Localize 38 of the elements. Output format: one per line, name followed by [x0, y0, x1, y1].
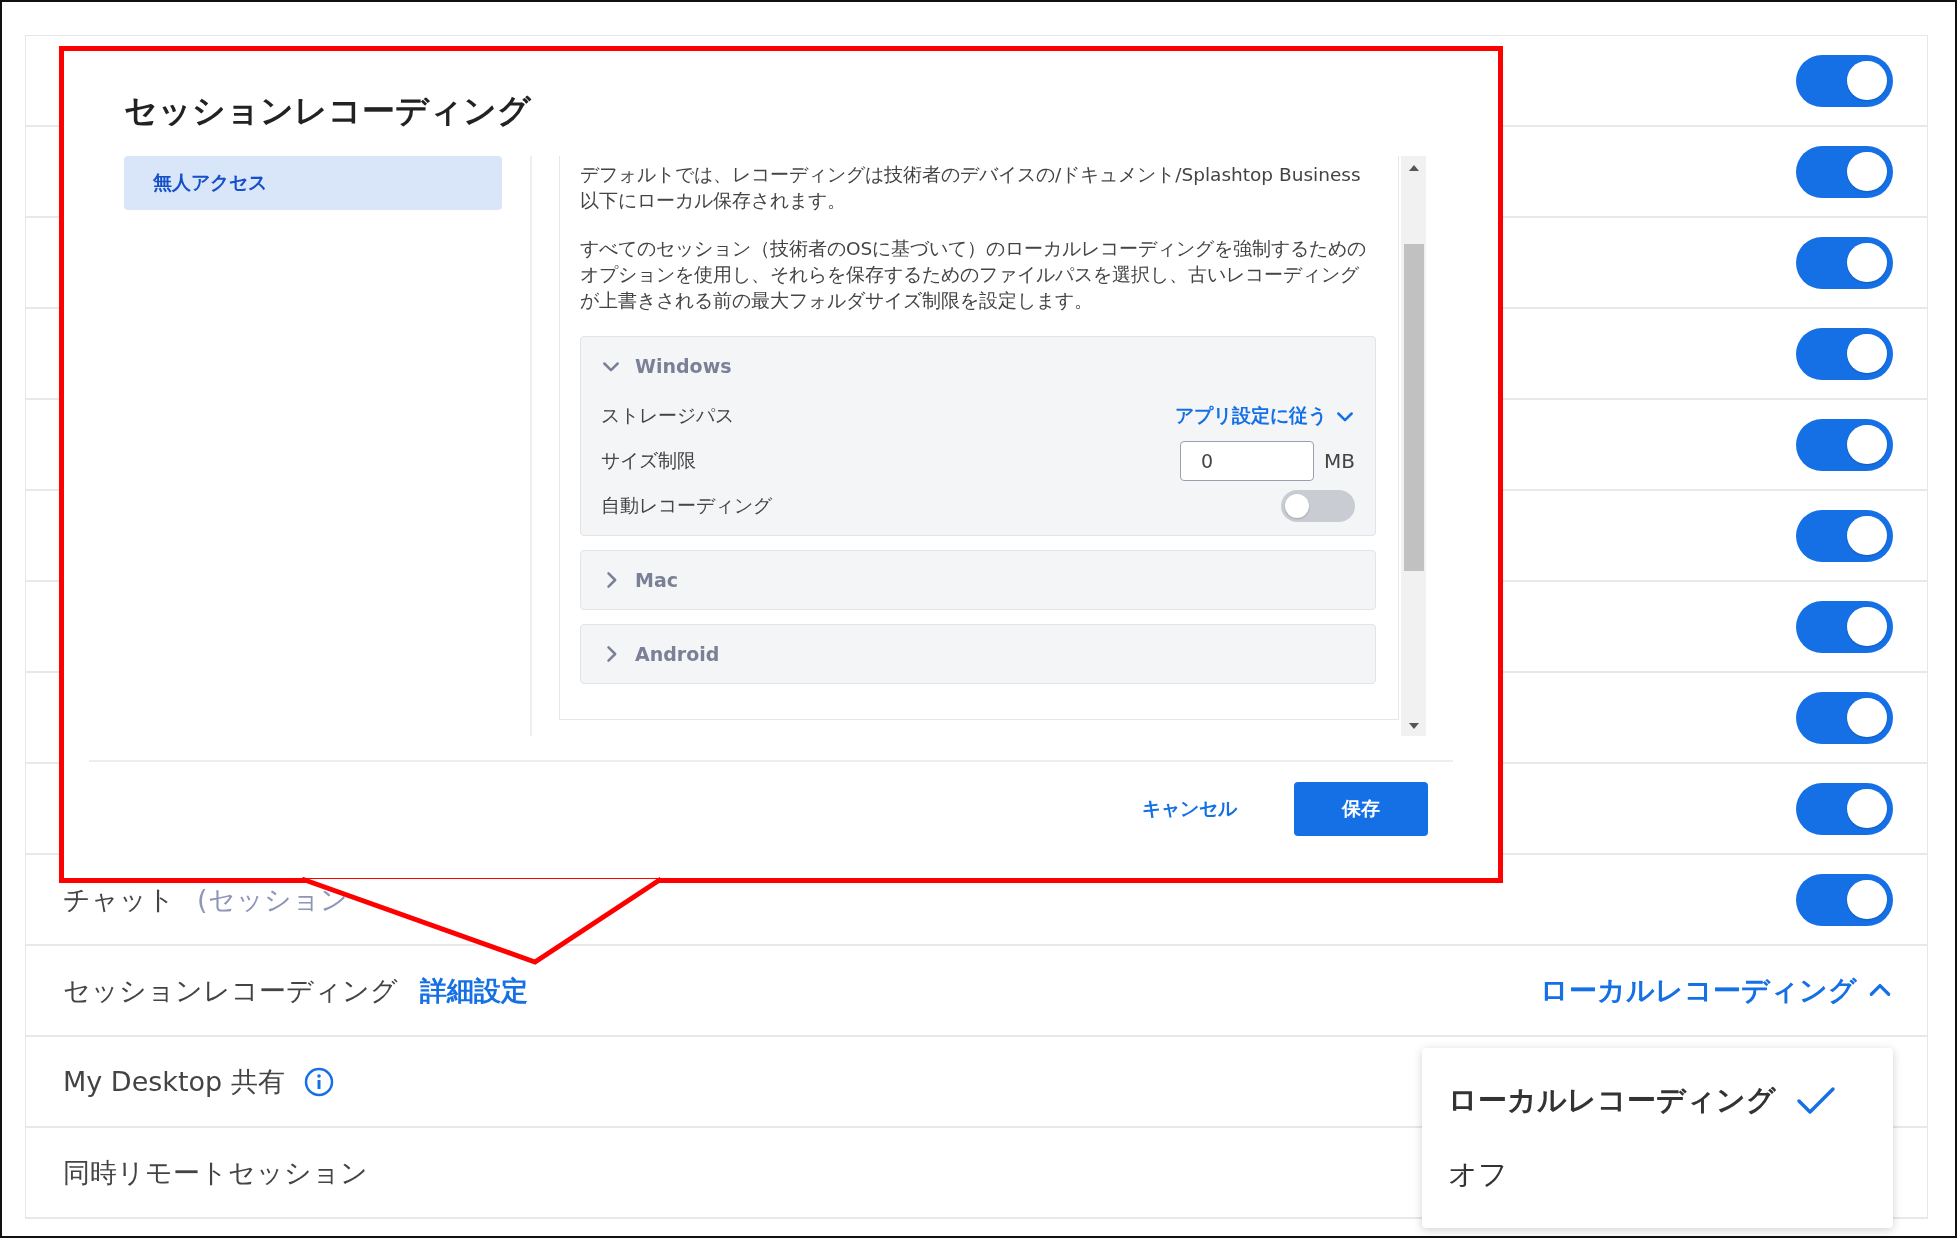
setting-label: セッションレコーディング	[63, 973, 398, 1008]
toggle-switch[interactable]	[1796, 691, 1893, 744]
dropdown-option[interactable]: ローカルレコーディング	[1422, 1064, 1893, 1138]
toggle-switch[interactable]	[1796, 236, 1893, 289]
setting-label: 同時リモートセッション	[63, 1155, 368, 1190]
toggle-switch[interactable]	[1281, 490, 1355, 522]
setting-label: チャット	[63, 882, 175, 917]
setting-note: (セッション	[197, 882, 348, 917]
unit-label: MB	[1324, 449, 1355, 473]
size-limit-input[interactable]: 0	[1180, 441, 1314, 481]
save-button[interactable]: 保存	[1294, 782, 1428, 836]
toggle-switch[interactable]	[1796, 509, 1893, 562]
toggle-switch[interactable]	[1796, 418, 1893, 471]
toggle-switch[interactable]	[1796, 600, 1893, 653]
check-icon	[1796, 1085, 1836, 1117]
description-text: デフォルトでは、レコーディングは技術者のデバイスの/ドキュメント/Splashtop Business以下にローカル保存されます。	[580, 163, 1362, 213]
setting-label: My Desktop 共有	[63, 1064, 285, 1099]
section-header[interactable]: Windows	[601, 337, 1355, 395]
toggle-switch[interactable]	[1796, 54, 1893, 107]
dialog-title: セッションレコーディング	[124, 90, 532, 132]
toggle-switch[interactable]	[1796, 873, 1893, 926]
recording-select[interactable]: ローカルレコーディング	[1540, 971, 1893, 1010]
info-icon[interactable]	[302, 1065, 335, 1098]
advanced-settings-link[interactable]: 詳細設定	[420, 972, 528, 1009]
cancel-button[interactable]: キャンセル	[1122, 782, 1256, 836]
nav-item[interactable]: 無人アクセス	[124, 156, 502, 210]
toggle-switch[interactable]	[1796, 327, 1893, 380]
field-label: サイズ制限	[601, 448, 696, 473]
scrollbar[interactable]	[1401, 156, 1426, 736]
field-label: 自動レコーディング	[601, 493, 772, 518]
storage-path-select[interactable]: アプリ設定に従う	[1175, 403, 1355, 429]
field-label: ストレージパス	[601, 403, 734, 428]
description-text: すべてのセッション（技術者のOSに基づいて）のローカルレコーディングを強制するためのオプションを使用し、それらを保存するためのファイルパスを選択し、古いレコーディングが上書きされる前の最大フォルダサイズ制限を設定します。	[580, 237, 1368, 313]
section-header[interactable]: Mac	[601, 551, 1355, 609]
section-header[interactable]: Android	[601, 625, 1355, 683]
toggle-switch[interactable]	[1796, 782, 1893, 835]
toggle-switch[interactable]	[1796, 145, 1893, 198]
dropdown-option[interactable]: オフ	[1422, 1138, 1893, 1212]
